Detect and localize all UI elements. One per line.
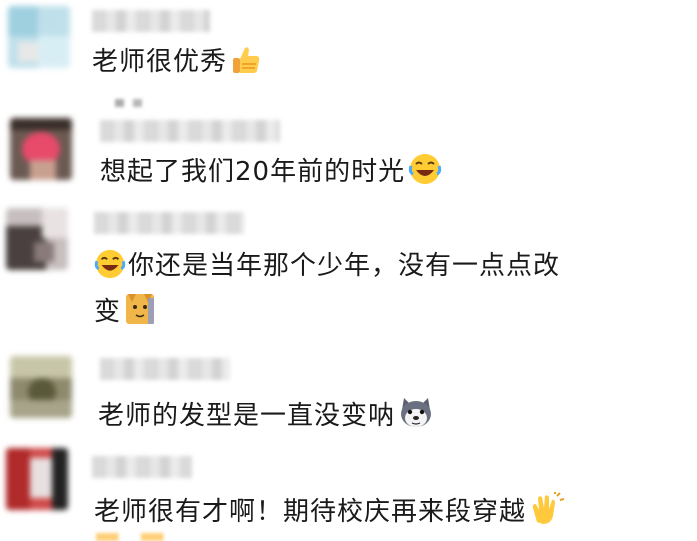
avatar[interactable]: [6, 448, 68, 510]
username-blurred[interactable]: [92, 456, 192, 478]
comment-text: 你还是当年那个少年，没有一点点改 变: [94, 248, 654, 336]
username-blurred[interactable]: [94, 212, 244, 234]
comment-text: 老师很优秀: [92, 44, 262, 86]
avatar[interactable]: [10, 356, 72, 418]
cat-icon: [124, 290, 156, 336]
comment-text: 老师的发型是一直没变呐: [98, 396, 434, 440]
avatar[interactable]: [10, 118, 72, 180]
laughing-tears-icon: [94, 248, 126, 290]
username-blurred[interactable]: [100, 358, 230, 380]
laughing-tears-icon: [408, 152, 442, 196]
husky-icon: [398, 396, 434, 440]
comment-text: 想起了我们20年前的时光: [100, 152, 442, 196]
clapping-hands-icon: [529, 492, 565, 536]
username-blurred[interactable]: [100, 120, 280, 142]
username-blurred[interactable]: [92, 10, 210, 32]
avatar[interactable]: [6, 208, 68, 270]
thumbs-up-icon: [230, 44, 262, 86]
comment-text: 老师很有才啊！期待校庆再来段穿越: [94, 492, 565, 536]
avatar[interactable]: [8, 6, 70, 68]
clipped-text-fragment: [115, 99, 265, 107]
